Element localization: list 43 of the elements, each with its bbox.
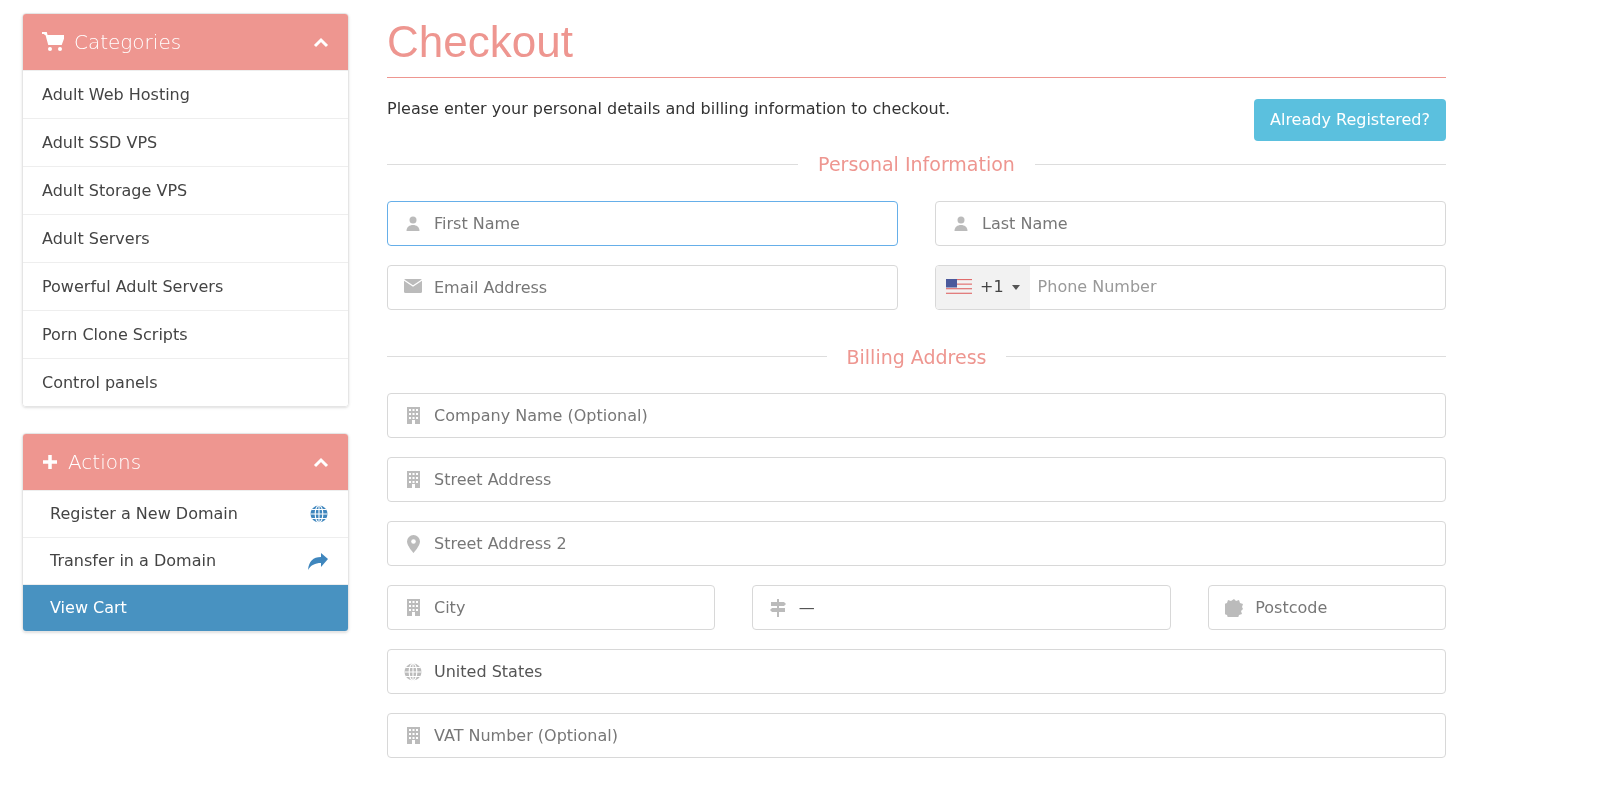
page-title: Checkout <box>387 16 574 68</box>
phone-input[interactable]: Phone Number <box>1029 265 1445 309</box>
chevron-icon[interactable] <box>313 456 329 468</box>
map-pin-icon <box>406 535 420 553</box>
input-field[interactable]: VAT Number (Optional) <box>387 713 1446 758</box>
panel-title: Actions <box>68 449 142 476</box>
sidebar-item[interactable]: Adult Servers <box>23 214 348 262</box>
chevron-icon[interactable] <box>313 36 329 48</box>
signpost-icon <box>768 598 787 617</box>
cart-icon <box>42 32 64 52</box>
input-field[interactable]: Postcode <box>1208 585 1446 630</box>
section-heading: Billing Address <box>846 344 987 370</box>
globe-icon <box>404 662 422 681</box>
sidebar-item[interactable]: Adult SSD VPS <box>23 118 348 166</box>
phone-field[interactable]: +1 Phone Number <box>935 264 1446 310</box>
person-icon <box>953 214 969 231</box>
flag-icon <box>946 279 972 295</box>
caret-icon <box>1011 284 1020 290</box>
sidebar-item[interactable]: Register a New Domain <box>23 490 348 537</box>
sidebar-item[interactable]: Adult Web Hosting <box>23 70 348 118</box>
input-field[interactable]: Last Name <box>935 200 1446 246</box>
country-code-dropdown[interactable]: +1 <box>936 265 1030 309</box>
sidebar-item[interactable]: Powerful Adult Servers <box>23 262 348 310</box>
sidebar-item[interactable]: Adult Storage VPS <box>23 166 348 214</box>
input-field[interactable]: Street Address 2 <box>387 521 1446 566</box>
input-field[interactable]: Email Address <box>387 264 898 310</box>
plus-icon <box>42 454 58 470</box>
input-field[interactable]: City <box>387 585 715 630</box>
section-heading: Personal Information <box>818 152 1015 177</box>
person-icon <box>405 214 421 231</box>
input-field[interactable]: Company Name (Optional) <box>387 393 1446 438</box>
panel-title: Categories <box>74 29 182 56</box>
sidebar-item[interactable]: Transfer in a Domain <box>23 537 348 584</box>
input-field[interactable]: First Name <box>387 200 898 246</box>
input-field[interactable]: Street Address <box>387 457 1446 502</box>
sidebar-item[interactable]: Porn Clone Scripts <box>23 310 348 358</box>
select-field[interactable]: — <box>751 585 1172 630</box>
intro-text: Please enter your personal details and billing information to checkout. <box>387 98 951 120</box>
select-field[interactable]: United States <box>387 649 1446 694</box>
share-arrow-icon <box>308 552 328 570</box>
globe-icon <box>310 505 328 523</box>
sidebar-item[interactable]: Control panels <box>23 358 348 406</box>
seal-icon <box>1225 599 1244 617</box>
